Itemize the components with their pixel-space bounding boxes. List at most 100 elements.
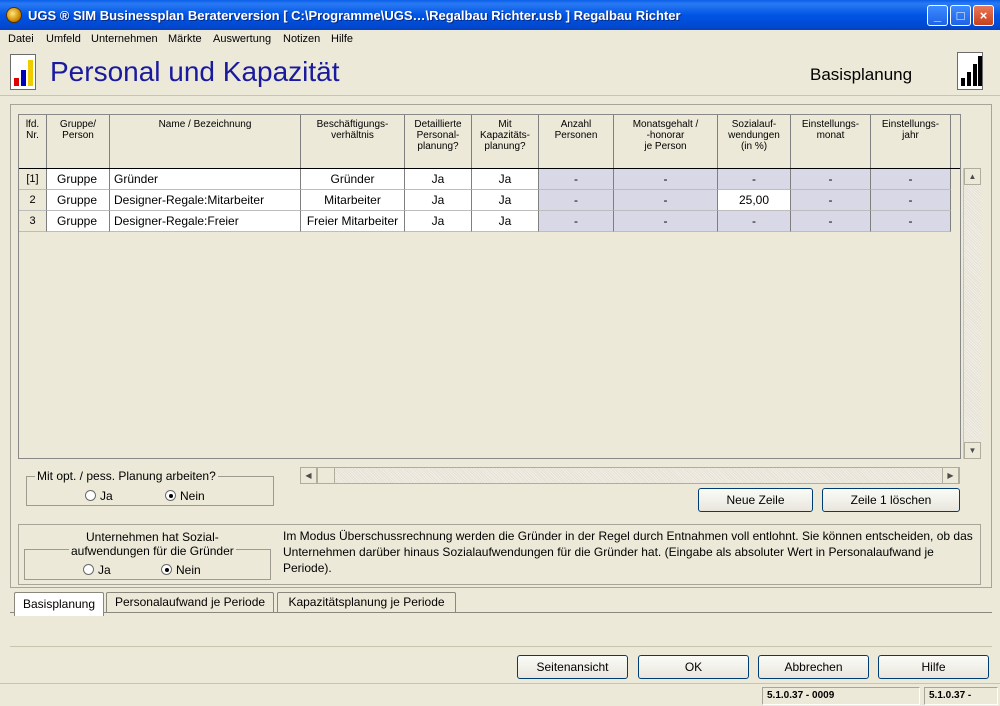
cell-gehalt[interactable]: -	[614, 169, 718, 190]
scroll-up-icon[interactable]: ▲	[964, 168, 981, 185]
radio-unchecked-icon[interactable]	[85, 490, 96, 501]
cell-beschaeftigung[interactable]: Freier Mitarbeiter	[301, 211, 405, 232]
maximize-button[interactable]: □	[950, 5, 971, 26]
tab-personalaufwand[interactable]: Personalaufwand je Periode	[106, 592, 274, 612]
col-header-gruppe: Gruppe/ Person	[47, 115, 110, 168]
cell-jahr[interactable]: -	[871, 169, 951, 190]
menu-notizen[interactable]: Notizen	[283, 33, 320, 45]
status-version-primary: 5.1.0.37 - 0009	[762, 687, 920, 705]
cell-kapazitaet[interactable]: Ja	[472, 169, 539, 190]
radio-unchecked-icon[interactable]	[83, 564, 94, 575]
status-bar: 5.1.0.37 - 0009 5.1.0.37 -	[0, 683, 1000, 706]
menu-hilfe[interactable]: Hilfe	[331, 33, 353, 45]
col-header-name: Name / Bezeichnung	[110, 115, 301, 168]
horizontal-scrollbar[interactable]: ◀ ▶	[300, 467, 960, 484]
scroll-down-icon[interactable]: ▼	[964, 442, 981, 459]
tab-kapazitaetsplanung[interactable]: Kapazitätsplanung je Periode	[277, 592, 456, 612]
page-view-button[interactable]: Seitenansicht	[517, 655, 628, 679]
social-expenses-group: Unternehmen hat Sozial- aufwendungen für…	[24, 530, 271, 580]
cancel-button[interactable]: Abbrechen	[758, 655, 869, 679]
section-title: Basisplanung	[810, 65, 913, 84]
radio-checked-icon[interactable]	[161, 564, 172, 575]
scroll-left-icon[interactable]: ◀	[300, 467, 317, 484]
cell-anzahl[interactable]: -	[539, 190, 614, 211]
minimize-button[interactable]: _	[927, 5, 948, 26]
ok-button[interactable]: OK	[638, 655, 749, 679]
row-number[interactable]: 3	[19, 211, 47, 232]
legend-line-1: Unternehmen hat Sozial-	[86, 530, 219, 544]
personnel-table: lfd. Nr. Gruppe/ Person Name / Bezeichnu…	[18, 114, 961, 459]
cell-beschaeftigung[interactable]: Gründer	[301, 169, 405, 190]
opt-planning-legend: Mit opt. / pess. Planung arbeiten?	[35, 469, 218, 483]
col-header-anzahl: Anzahl Personen	[539, 115, 614, 168]
row-number[interactable]: [1]	[19, 169, 47, 190]
cell-beschaeftigung[interactable]: Mitarbeiter	[301, 190, 405, 211]
cell-detail[interactable]: Ja	[405, 211, 472, 232]
vertical-scrollbar[interactable]: ▲ ▼	[963, 168, 981, 459]
menu-datei[interactable]: Datei	[8, 33, 34, 45]
radio-label: Nein	[176, 563, 201, 577]
cell-monat[interactable]: -	[791, 169, 871, 190]
cell-name[interactable]: Designer-Regale:Mitarbeiter	[110, 190, 301, 211]
close-button[interactable]: ×	[973, 5, 994, 26]
delete-row-button[interactable]: Zeile 1 löschen	[822, 488, 960, 512]
cell-gehalt[interactable]: -	[614, 190, 718, 211]
tab-basisplanung[interactable]: Basisplanung	[14, 592, 104, 616]
radio-checked-icon[interactable]	[165, 490, 176, 501]
cell-jahr[interactable]: -	[871, 190, 951, 211]
opt-planning-group: Mit opt. / pess. Planung arbeiten? Ja Ne…	[26, 469, 274, 506]
radio-label: Ja	[98, 563, 111, 577]
cell-jahr[interactable]: -	[871, 211, 951, 232]
legend-line-2: aufwendungen für die Gründer	[71, 544, 234, 558]
col-header-detail: Detaillierte Personal- planung?	[405, 115, 472, 168]
window-title: UGS ® SIM Businessplan Beraterversion [ …	[28, 8, 681, 23]
tab-baseline	[10, 612, 992, 613]
cell-monat[interactable]: -	[791, 190, 871, 211]
menu-umfeld[interactable]: Umfeld	[46, 33, 81, 45]
status-version-secondary: 5.1.0.37 -	[924, 687, 998, 705]
social-ja-radio[interactable]: Ja	[83, 563, 111, 577]
cell-gruppe[interactable]: Gruppe	[47, 190, 110, 211]
cell-monat[interactable]: -	[791, 211, 871, 232]
social-nein-radio[interactable]: Nein	[161, 563, 201, 577]
page-title: Personal und Kapazität	[50, 56, 340, 87]
cell-gruppe[interactable]: Gruppe	[47, 211, 110, 232]
col-header-beschaeftigung: Beschäftigungs- verhältnis	[301, 115, 405, 168]
signal-bars-icon	[957, 52, 983, 90]
separator	[10, 646, 992, 647]
cell-anzahl[interactable]: -	[539, 169, 614, 190]
cell-sozial[interactable]: 25,00	[718, 190, 791, 211]
cell-anzahl[interactable]: -	[539, 211, 614, 232]
scroll-right-icon[interactable]: ▶	[942, 467, 959, 484]
cell-gruppe[interactable]: Gruppe	[47, 169, 110, 190]
menu-unternehmen[interactable]: Unternehmen	[91, 33, 158, 45]
menu-bar: Datei Umfeld Unternehmen Märkte Auswertu…	[0, 30, 1000, 50]
cell-detail[interactable]: Ja	[405, 190, 472, 211]
app-icon[interactable]	[6, 7, 22, 23]
info-text: Im Modus Überschussrechnung werden die G…	[283, 529, 973, 575]
radio-label: Ja	[100, 489, 113, 503]
cell-kapazitaet[interactable]: Ja	[472, 211, 539, 232]
menu-auswertung[interactable]: Auswertung	[213, 33, 271, 45]
cell-detail[interactable]: Ja	[405, 169, 472, 190]
row-number[interactable]: 2	[19, 190, 47, 211]
radio-label: Nein	[180, 489, 205, 503]
social-expenses-legend: Unternehmen hat Sozial- aufwendungen für…	[69, 530, 236, 558]
menu-maerkte[interactable]: Märkte	[168, 33, 202, 45]
opt-planning-nein-radio[interactable]: Nein	[165, 489, 205, 503]
cell-name[interactable]: Gründer	[110, 169, 301, 190]
cell-sozial[interactable]: -	[718, 169, 791, 190]
chart-bars-icon	[10, 54, 36, 90]
cell-gehalt[interactable]: -	[614, 211, 718, 232]
col-header-nr: lfd. Nr.	[19, 115, 47, 168]
opt-planning-ja-radio[interactable]: Ja	[85, 489, 113, 503]
new-row-button[interactable]: Neue Zeile	[698, 488, 813, 512]
page-header: Personal und Kapazität Basisplanung	[0, 50, 1000, 96]
scroll-thumb[interactable]	[317, 467, 335, 484]
cell-kapazitaet[interactable]: Ja	[472, 190, 539, 211]
help-button[interactable]: Hilfe	[878, 655, 989, 679]
title-bar: UGS ® SIM Businessplan Beraterversion [ …	[0, 0, 1000, 30]
cell-sozial[interactable]: -	[718, 211, 791, 232]
col-header-jahr: Einstellungs- jahr	[871, 115, 951, 168]
cell-name[interactable]: Designer-Regale:Freier	[110, 211, 301, 232]
